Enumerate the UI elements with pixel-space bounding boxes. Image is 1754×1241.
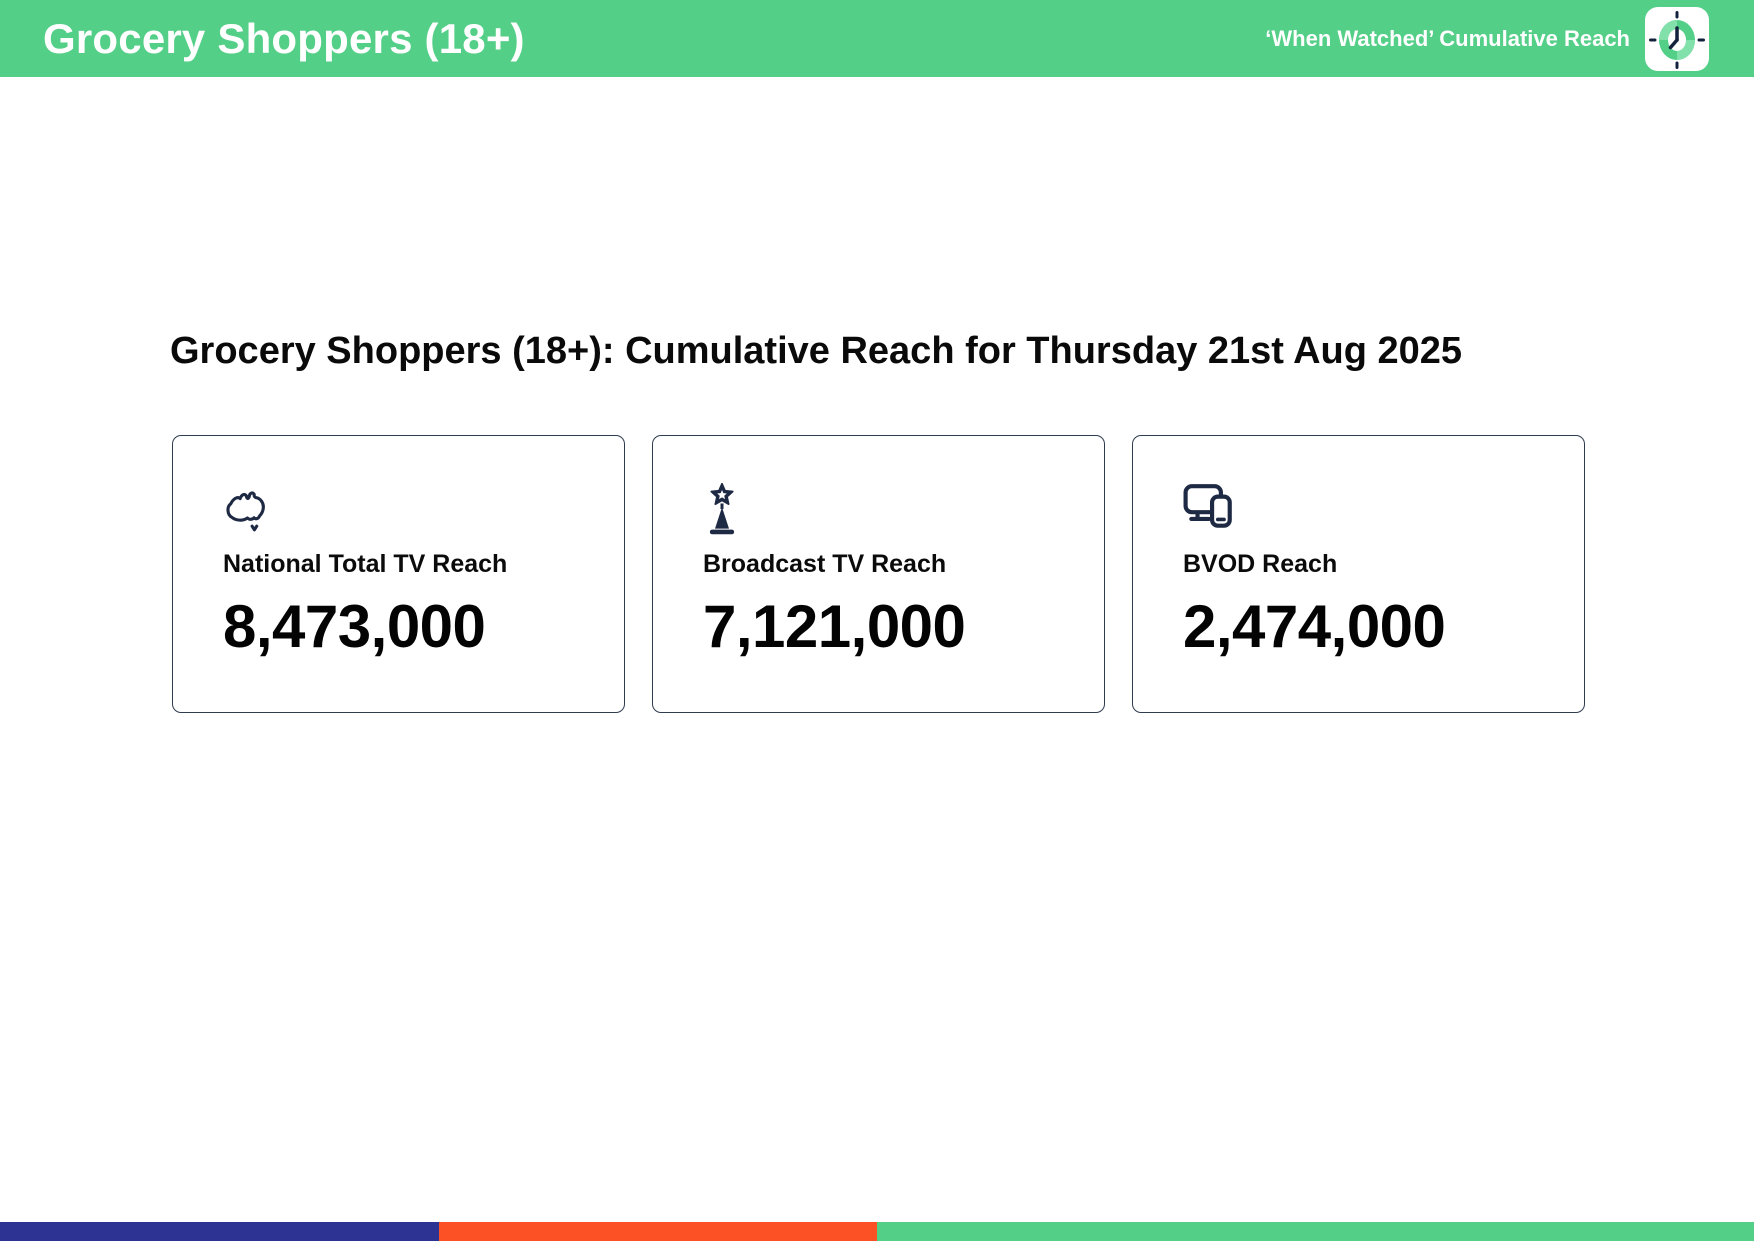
kpi-value: 7,121,000 bbox=[703, 593, 966, 660]
footer-color-bar bbox=[0, 1222, 1754, 1241]
footer-segment-blue bbox=[0, 1222, 440, 1241]
kpi-card-broadcast-tv: Broadcast TV Reach 7,121,000 bbox=[652, 435, 1105, 713]
header-bar: Grocery Shoppers (18+) ‘When Watched’ Cu… bbox=[0, 0, 1754, 77]
footer-segment-green bbox=[876, 1222, 1754, 1241]
kpi-label: BVOD Reach bbox=[1183, 550, 1338, 578]
app-title: Grocery Shoppers (18+) bbox=[43, 14, 525, 62]
kpi-label: Broadcast TV Reach bbox=[703, 550, 947, 578]
clock-logo-icon bbox=[1645, 6, 1709, 71]
footer-segment-orange bbox=[439, 1222, 877, 1241]
kpi-card-row: National Total TV Reach 8,473,000 Broadc… bbox=[172, 435, 1585, 713]
page: Grocery Shoppers (18+) ‘When Watched’ Cu… bbox=[0, 0, 1754, 1241]
kpi-label: National Total TV Reach bbox=[223, 550, 508, 578]
kpi-value: 8,473,000 bbox=[223, 593, 486, 660]
header-right: ‘When Watched’ Cumulative Reach bbox=[1265, 6, 1709, 71]
header-subtitle: ‘When Watched’ Cumulative Reach bbox=[1265, 25, 1630, 51]
broadcast-tower-icon bbox=[703, 482, 1076, 536]
page-title: Grocery Shoppers (18+): Cumulative Reach… bbox=[170, 330, 1463, 372]
kpi-card-national-total-tv: National Total TV Reach 8,473,000 bbox=[172, 435, 625, 713]
australia-map-icon bbox=[223, 482, 596, 536]
kpi-value: 2,474,000 bbox=[1183, 593, 1446, 660]
devices-icon bbox=[1183, 482, 1556, 536]
kpi-card-bvod: BVOD Reach 2,474,000 bbox=[1132, 435, 1585, 713]
